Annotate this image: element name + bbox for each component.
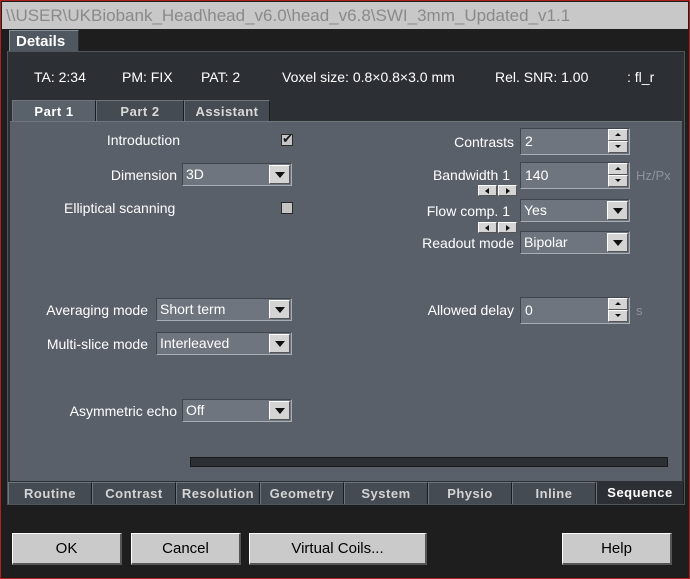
flow-comp-left-right-stepper[interactable] (478, 222, 518, 233)
bandwidth-label: Bandwidth 1 (432, 167, 510, 183)
virtual-coils-button[interactable]: Virtual Coils... (249, 533, 427, 565)
bandwidth-unit: Hz/Px (636, 168, 671, 183)
dimension-value: 3D (186, 166, 204, 182)
chevron-down-icon[interactable] (269, 300, 290, 319)
readout-mode-select[interactable]: Bipolar (520, 231, 630, 254)
spin-down-icon[interactable] (608, 310, 628, 322)
multi-slice-mode-value: Interleaved (160, 335, 230, 351)
window-title: \\USER\UKBiobank_Head\head_v6.0\head_v6.… (2, 2, 688, 29)
elliptical-scanning-label: Elliptical scanning (64, 200, 176, 216)
dimension-select[interactable]: 3D (182, 163, 292, 186)
tab-inline[interactable]: Inline (512, 482, 596, 504)
multi-slice-mode-select[interactable]: Interleaved (156, 332, 292, 355)
spin-up-icon[interactable] (608, 163, 628, 175)
cancel-button[interactable]: Cancel (131, 533, 241, 565)
spin-up-icon[interactable] (608, 129, 628, 141)
tab-physio[interactable]: Physio (428, 482, 512, 504)
tab-contrast[interactable]: Contrast (92, 482, 176, 504)
tab-assistant[interactable]: Assistant (184, 100, 270, 121)
elliptical-scanning-checkbox[interactable] (281, 202, 293, 214)
bandwidth-spinbox[interactable]: 140 (520, 162, 630, 189)
chevron-down-icon[interactable] (269, 334, 290, 353)
progress-bar (190, 457, 668, 467)
allowed-delay-unit: s (636, 303, 643, 318)
averaging-mode-select[interactable]: Short term (156, 298, 292, 321)
flow-comp-label: Flow comp. 1 (426, 203, 510, 219)
chevron-down-icon[interactable] (269, 165, 290, 184)
arrow-right-icon[interactable] (498, 185, 517, 196)
readout-mode-label: Readout mode (422, 235, 514, 251)
chevron-down-icon[interactable] (607, 233, 628, 252)
voxel-size-readout: Voxel size: 0.8×0.8×3.0 mm (282, 69, 455, 85)
spin-down-icon[interactable] (608, 175, 628, 187)
tab-resolution[interactable]: Resolution (176, 482, 260, 504)
details-tab[interactable]: Details (9, 30, 79, 52)
readout-mode-value: Bipolar (524, 234, 568, 250)
asymmetric-echo-select[interactable]: Off (182, 399, 292, 422)
spin-up-icon[interactable] (608, 298, 628, 310)
flow-comp-select[interactable]: Yes (520, 199, 630, 222)
arrow-right-icon[interactable] (498, 222, 517, 233)
pat-readout: PAT: 2 (201, 69, 241, 85)
rel-snr-readout: Rel. SNR: 1.00 (495, 69, 589, 85)
dimension-label: Dimension (110, 167, 177, 183)
part-1-content: Introduction ✔ Dimension 3D Elliptical s… (10, 121, 682, 481)
ta-readout: TA: 2:34 (34, 69, 86, 85)
help-button[interactable]: Help (562, 533, 672, 565)
introduction-label: Introduction (106, 132, 180, 148)
chevron-down-icon[interactable] (607, 201, 628, 220)
chevron-down-icon[interactable] (269, 401, 290, 420)
arrow-left-icon[interactable] (478, 185, 497, 196)
bandwidth-value: 140 (525, 167, 549, 183)
arrow-left-icon[interactable] (478, 222, 497, 233)
contrasts-spinbox[interactable]: 2 (520, 128, 630, 155)
pm-readout: PM: FIX (122, 69, 173, 85)
asymmetric-echo-value: Off (186, 402, 205, 418)
contrasts-label: Contrasts (454, 134, 514, 150)
ok-button[interactable]: OK (12, 533, 122, 565)
tab-system[interactable]: System (344, 482, 428, 504)
flow-comp-value: Yes (524, 202, 547, 218)
averaging-mode-label: Averaging mode (46, 302, 148, 318)
details-dialog: \\USER\UKBiobank_Head\head_v6.0\head_v6.… (0, 0, 690, 579)
tab-routine[interactable]: Routine (8, 482, 92, 504)
check-mark-icon: ✔ (282, 131, 293, 146)
info-bar: TA: 2:34 PM: FIX PAT: 2 Voxel size: 0.8×… (8, 52, 684, 100)
tab-part-1[interactable]: Part 1 (12, 100, 96, 122)
sequence-name-readout: : fl_r (627, 69, 655, 85)
details-panel: TA: 2:34 PM: FIX PAT: 2 Voxel size: 0.8×… (7, 51, 685, 505)
tab-sequence[interactable]: Sequence (596, 482, 684, 504)
tab-geometry[interactable]: Geometry (260, 482, 344, 504)
bandwidth-left-right-stepper[interactable] (478, 185, 518, 196)
introduction-checkbox[interactable]: ✔ (281, 131, 293, 146)
averaging-mode-value: Short term (160, 301, 226, 317)
allowed-delay-value: 0 (525, 302, 533, 318)
tab-part-2[interactable]: Part 2 (96, 100, 184, 121)
asymmetric-echo-label: Asymmetric echo (69, 403, 177, 419)
multi-slice-mode-label: Multi-slice mode (46, 336, 148, 352)
contrasts-value: 2 (525, 133, 533, 149)
allowed-delay-label: Allowed delay (427, 302, 514, 318)
allowed-delay-spinbox[interactable]: 0 (520, 297, 630, 324)
spin-down-icon[interactable] (608, 141, 628, 153)
